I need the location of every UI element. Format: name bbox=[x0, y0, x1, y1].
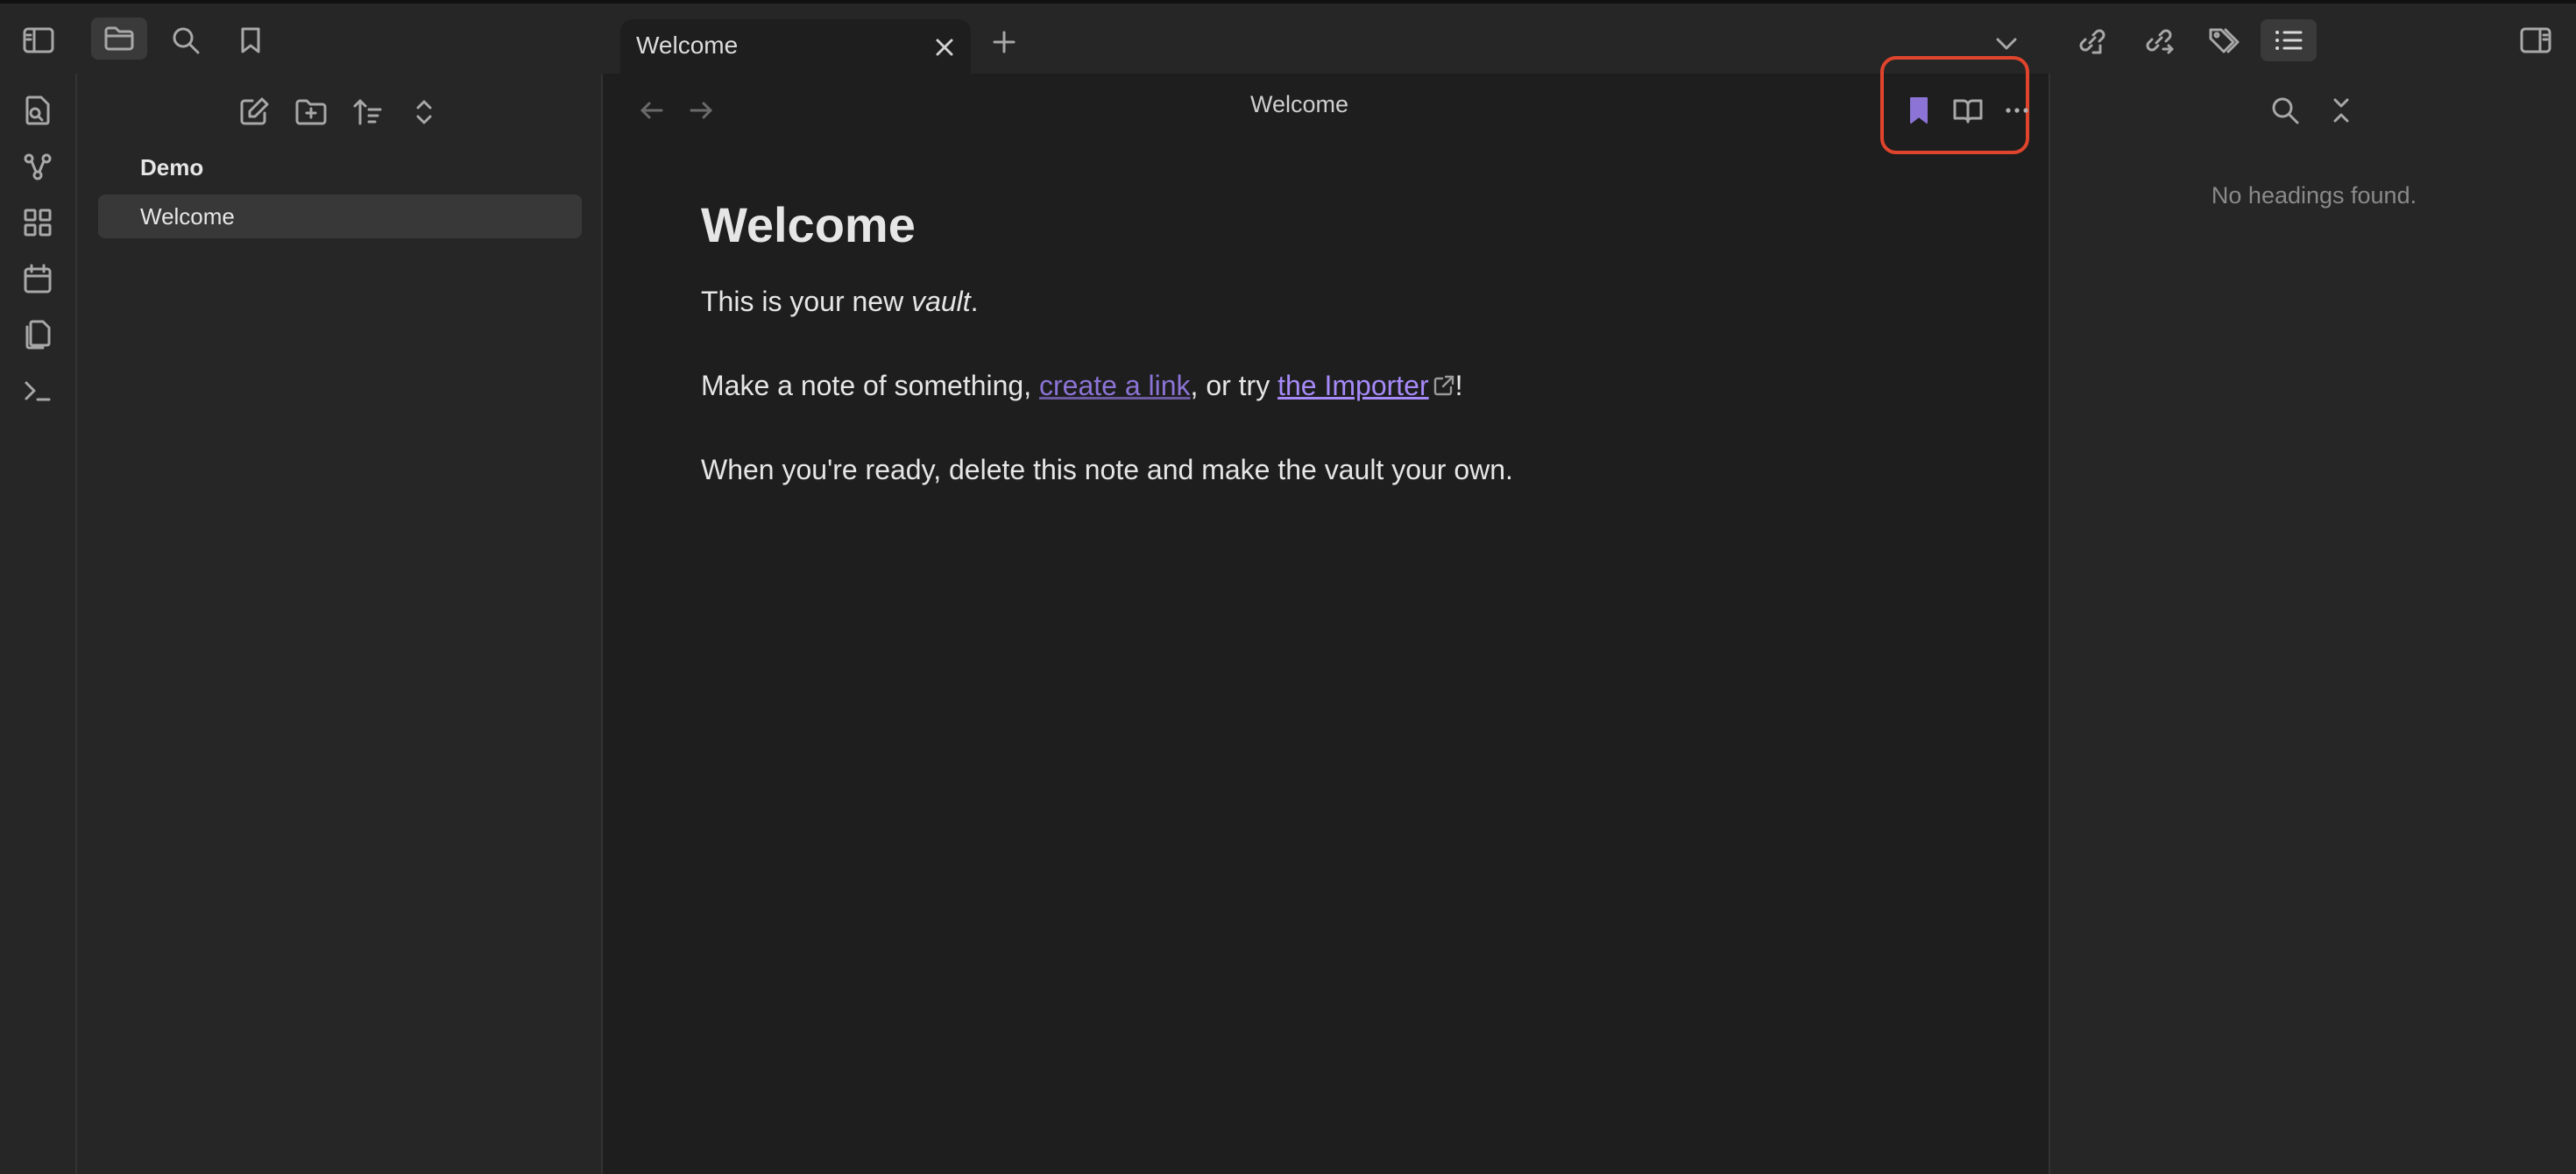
internal-link[interactable]: create a link bbox=[1039, 370, 1191, 401]
collapse-all-icon[interactable] bbox=[403, 91, 445, 133]
files-tab-icon[interactable] bbox=[91, 18, 147, 60]
external-link[interactable]: the Importer bbox=[1277, 370, 1429, 401]
new-note-icon[interactable] bbox=[233, 91, 275, 133]
bookmarks-tab-icon[interactable] bbox=[223, 19, 279, 61]
sort-order-icon[interactable] bbox=[347, 91, 389, 133]
note-paragraph-2: Make a note of something, create a link,… bbox=[701, 370, 1463, 402]
outline-panel: No headings found. bbox=[2049, 74, 2576, 1174]
text: . bbox=[970, 286, 979, 317]
new-folder-icon[interactable] bbox=[290, 91, 332, 133]
canvas-icon[interactable] bbox=[18, 203, 57, 242]
quick-switcher-icon[interactable] bbox=[18, 91, 57, 130]
view-header-title[interactable]: Welcome bbox=[603, 91, 1996, 118]
text: Make a note of something, bbox=[701, 370, 1039, 401]
graph-view-icon[interactable] bbox=[18, 147, 57, 186]
editor-pane: Welcome Welcome This is your new vault. … bbox=[603, 56, 2049, 1174]
text: This is your new bbox=[701, 286, 912, 317]
outline-icon[interactable] bbox=[2261, 19, 2317, 61]
outline-search-icon[interactable] bbox=[2264, 89, 2306, 131]
external-link-icon[interactable] bbox=[1433, 374, 1455, 397]
text: , or try bbox=[1190, 370, 1278, 401]
collapse-all-headings-icon[interactable] bbox=[2320, 89, 2362, 131]
file-explorer: Demo Welcome bbox=[77, 74, 603, 1174]
templates-icon[interactable] bbox=[18, 315, 57, 354]
outline-empty-message: No headings found. bbox=[2211, 182, 2417, 209]
bookmark-filled-icon[interactable] bbox=[1898, 89, 1940, 131]
more-options-icon[interactable] bbox=[1996, 89, 2038, 131]
tab-welcome[interactable]: Welcome bbox=[620, 19, 971, 77]
sidebar-toggle-right-icon[interactable] bbox=[2508, 19, 2564, 61]
title-bar: Welcome bbox=[0, 0, 2576, 77]
tags-icon[interactable] bbox=[2196, 19, 2252, 61]
file-item-welcome[interactable]: Welcome bbox=[98, 194, 582, 238]
backlinks-icon[interactable] bbox=[2064, 19, 2120, 61]
note-paragraph-1: This is your new vault. bbox=[701, 286, 979, 318]
tab-title: Welcome bbox=[636, 32, 739, 59]
outgoing-links-icon[interactable] bbox=[2131, 19, 2187, 61]
command-palette-icon[interactable] bbox=[18, 371, 57, 410]
vault-name[interactable]: Demo bbox=[140, 154, 203, 181]
text: ! bbox=[1454, 370, 1463, 401]
ribbon bbox=[0, 74, 77, 1174]
note-heading: Welcome bbox=[701, 197, 916, 252]
reading-view-book-icon[interactable] bbox=[1947, 89, 1989, 131]
daily-notes-calendar-icon[interactable] bbox=[18, 259, 57, 298]
note-paragraph-3: When you're ready, delete this note and … bbox=[701, 454, 1513, 485]
sidebar-toggle-left-icon[interactable] bbox=[11, 19, 67, 61]
close-tab-icon[interactable] bbox=[931, 33, 959, 61]
file-item-label: Welcome bbox=[140, 203, 235, 230]
new-tab-icon[interactable] bbox=[976, 21, 1032, 63]
search-tab-icon[interactable] bbox=[158, 19, 214, 61]
emphasis-text: vault bbox=[911, 286, 971, 317]
